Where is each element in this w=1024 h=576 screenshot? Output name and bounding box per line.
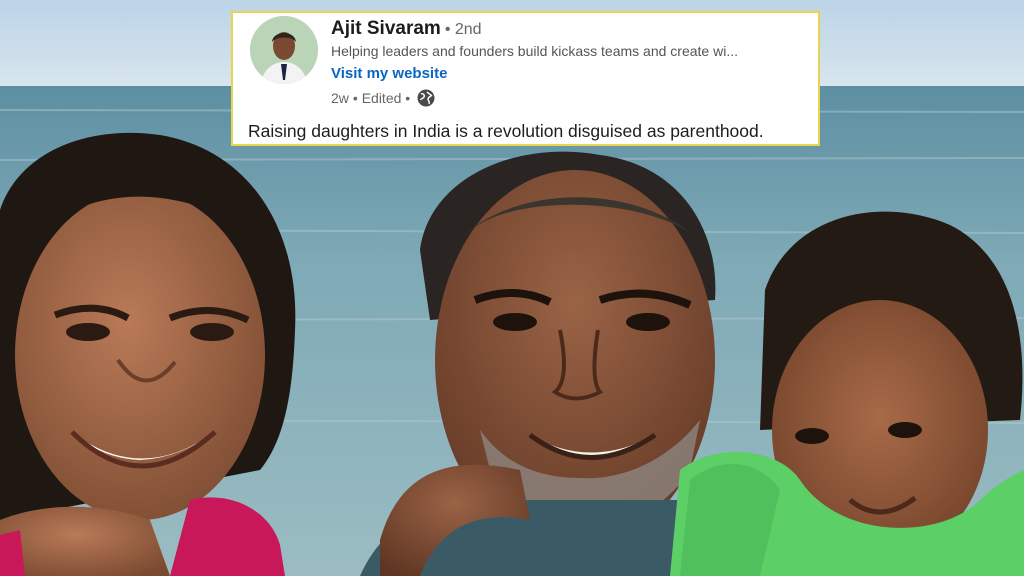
- post-text: Raising daughters in India is a revoluti…: [248, 121, 764, 141]
- girl-left: [0, 132, 296, 576]
- globe-icon: [417, 89, 435, 107]
- edited-label: • Edited •: [352, 90, 411, 106]
- profile-photo: [250, 16, 318, 84]
- post-timestamp: 2w: [331, 90, 349, 106]
- author-row: Ajit Sivaram • 2nd: [331, 18, 482, 40]
- post-meta: 2w • Edited •: [331, 89, 435, 107]
- linkedin-post-card: Ajit Sivaram • 2nd Helping leaders and fo…: [231, 11, 820, 146]
- author-name[interactable]: Ajit Sivaram: [331, 18, 441, 39]
- visit-website-link[interactable]: Visit my website: [331, 65, 447, 82]
- author-headline: Helping leaders and founders build kicka…: [331, 43, 738, 59]
- connection-degree: • 2nd: [444, 21, 482, 38]
- avatar[interactable]: [250, 16, 318, 84]
